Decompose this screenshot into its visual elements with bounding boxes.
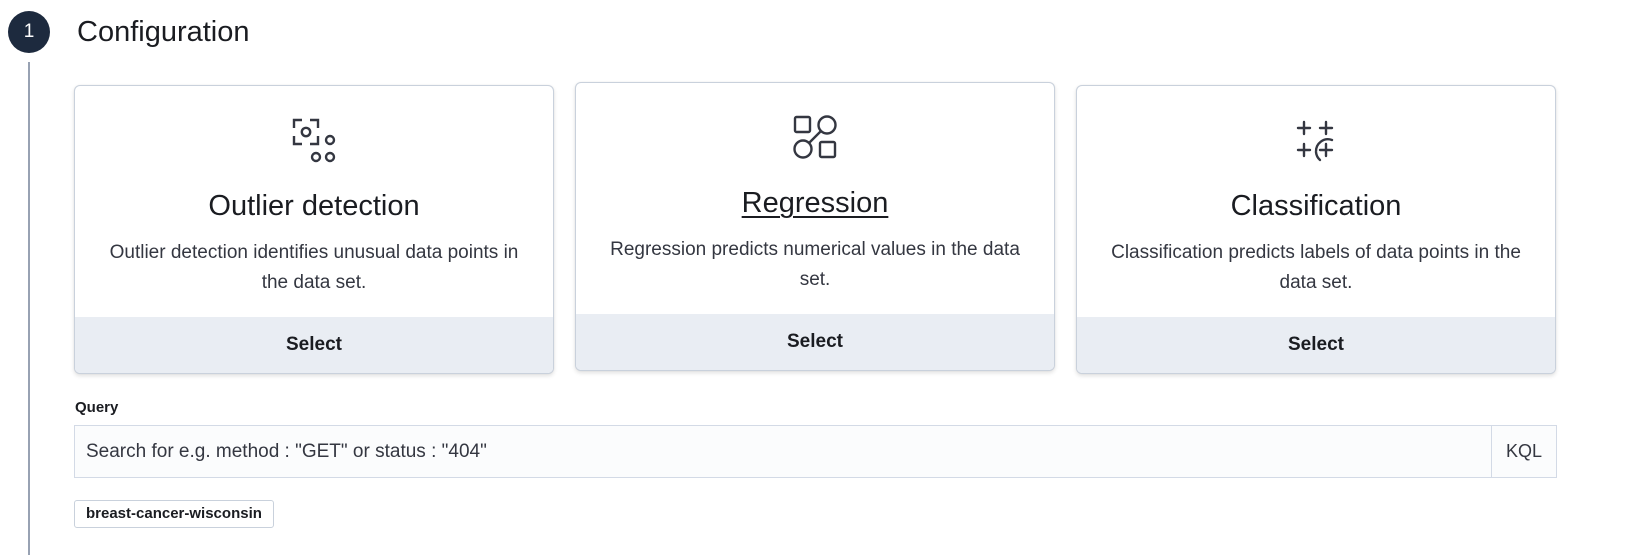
step-number-badge: 1	[8, 11, 50, 53]
outlier-detection-icon	[290, 116, 338, 164]
card-title: Outlier detection	[208, 190, 420, 222]
index-pattern-badge: breast-cancer-wisconsin	[74, 500, 274, 528]
query-label: Query	[75, 399, 119, 416]
query-search-input[interactable]	[75, 426, 1491, 477]
classification-icon	[1292, 116, 1340, 164]
card-title: Regression	[741, 187, 889, 219]
select-regression-button[interactable]: Select	[576, 314, 1054, 370]
step-title: Configuration	[77, 16, 250, 48]
select-classification-button[interactable]: Select	[1077, 317, 1555, 373]
outlier-detection-card[interactable]: Outlier detection Outlier detection iden…	[74, 85, 554, 374]
select-outlier-detection-button[interactable]: Select	[75, 317, 553, 373]
card-description: Regression predicts numerical values in …	[610, 239, 1020, 290]
classification-card[interactable]: Classification Classification predicts l…	[1076, 85, 1556, 374]
card-description: Outlier detection identifies unusual dat…	[109, 242, 519, 293]
regression-icon	[791, 113, 839, 161]
step-connector-line	[28, 62, 30, 555]
query-search-bar: KQL	[74, 425, 1557, 478]
kql-language-button[interactable]: KQL	[1491, 426, 1556, 477]
regression-card[interactable]: Regression Regression predicts numerical…	[575, 82, 1055, 371]
card-title: Classification	[1230, 190, 1402, 222]
step-number: 1	[23, 21, 35, 42]
card-description: Classification predicts labels of data p…	[1111, 242, 1521, 293]
